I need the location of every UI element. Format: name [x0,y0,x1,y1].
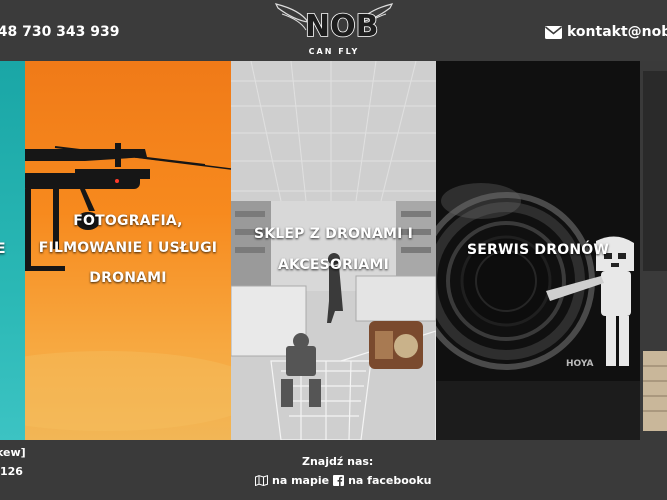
panel-service[interactable]: HOYA SERWIS DRONÓW [436,61,640,440]
map-link[interactable]: na mapie [272,474,329,487]
logo-letters: NOB [304,8,379,45]
dark-panel [640,61,667,440]
panel-title: E [0,241,6,257]
footer-links: na mapie na facebooku [255,474,432,487]
footer-number-fragment: 126 [0,465,23,478]
email-contact[interactable]: kontakt@nob [545,24,667,40]
panel-shop[interactable]: SKLEP Z DRONAMI I AKCESORIAMI [231,61,436,440]
category-panels: E FOTOGRAFIA, FILMOWANIE I USŁUGI DRONAM… [0,61,667,440]
panel-title-line3: DRONAMI [89,270,167,286]
panel-partial-right[interactable] [640,61,667,440]
logo-text: NOB [305,9,378,44]
store-image [231,61,436,440]
map-icon [255,475,268,486]
panel-partial-left[interactable]: E [0,61,25,440]
panel-title: SERWIS DRONÓW [467,242,609,258]
panel-title-line2: FILMOWANIE I USŁUGI [38,240,218,256]
panel-title-line2: AKCESORIAMI [277,257,390,273]
logo[interactable]: NOB CAN FLY [270,0,398,58]
panel-photography[interactable]: FOTOGRAFIA, FILMOWANIE I USŁUGI DRONAMI [25,61,231,440]
email-text: kontakt@nob [567,24,667,40]
panel-title-line1: FOTOGRAFIA, [73,213,183,229]
panel-title-line1: SKLEP Z DRONAMI I [253,226,414,242]
find-us-label: Znajdź nas: [302,455,374,468]
footer: kew] 126 Znajdź nas: na mapie na faceboo… [0,440,667,500]
facebook-icon [333,475,345,486]
footer-address-fragment: kew] [0,446,26,459]
top-bar: +48 730 343 939 NOB CAN FLY kontakt@nob [0,0,667,61]
phone-number[interactable]: +48 730 343 939 [0,24,120,40]
envelope-icon [545,25,562,39]
logo-subtext: CAN FLY [309,47,360,56]
svg-text:HOYA: HOYA [566,359,594,369]
facebook-link[interactable]: na facebooku [348,474,431,487]
